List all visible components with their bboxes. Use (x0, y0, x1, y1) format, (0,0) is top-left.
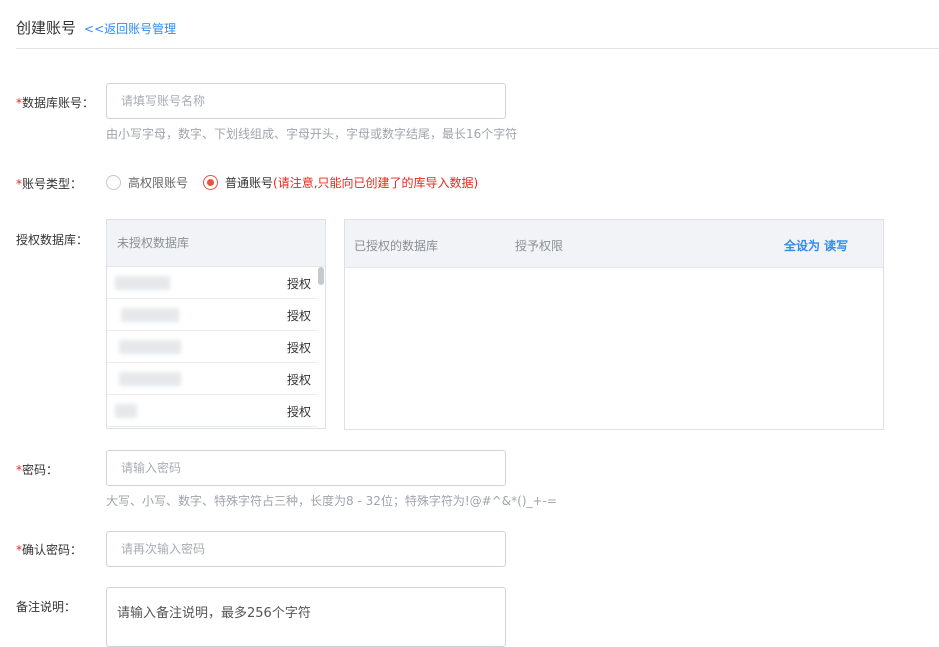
permission-column-header: 授予权限 (515, 239, 564, 253)
password-input[interactable] (106, 450, 506, 486)
authorize-db-label: 授权数据库： (16, 233, 89, 247)
confirm-password-input[interactable] (106, 531, 506, 567)
db-name-blurred (115, 404, 137, 418)
unauthorized-db-header: 未授权数据库 (107, 220, 325, 267)
db-account-label: *数据库账号： (16, 94, 94, 111)
db-name-blurred (119, 340, 181, 354)
remark-textarea[interactable] (106, 587, 506, 647)
account-type-label: *账号类型： (16, 175, 82, 192)
authorized-db-panel: 已授权的数据库 授予权限 全设为 读写 (344, 219, 884, 430)
list-item: 授权 (107, 363, 317, 395)
unauthorized-db-panel: 未授权数据库 授权 授权 授权 授权 授权 (106, 219, 326, 429)
account-type-note: (请注意,只能向已创建了的库导入数据) (273, 176, 479, 190)
radio-circle-icon[interactable] (106, 175, 121, 190)
grant-button[interactable]: 授权 (287, 403, 311, 420)
page-header: 创建账号 <<返回账号管理 (16, 17, 176, 38)
db-account-label-text: 数据库账号： (22, 96, 95, 110)
account-type-label-text: 账号类型： (22, 177, 83, 191)
confirm-password-label: *确认密码： (16, 541, 82, 558)
remark-label: 备注说明： (16, 600, 77, 614)
grant-button[interactable]: 授权 (287, 371, 311, 388)
set-all-read-write-button[interactable]: 全设为 读写 (784, 237, 848, 254)
db-account-input[interactable] (106, 83, 506, 119)
back-to-account-management-link[interactable]: <<返回账号管理 (84, 20, 176, 37)
password-label: *密码： (16, 461, 58, 478)
account-type-radio-group: 高权限账号 普通账号 (请注意,只能向已创建了的库导入数据) (106, 174, 478, 191)
list-item: 授权 (107, 331, 317, 363)
authorized-db-header: 已授权的数据库 授予权限 全设为 读写 (345, 220, 883, 268)
db-name-blurred (115, 276, 170, 290)
grant-button[interactable]: 授权 (287, 275, 311, 292)
radio-high-privilege[interactable]: 高权限账号 (106, 174, 188, 191)
page-title: 创建账号 (16, 19, 77, 37)
radio-normal-account-label: 普通账号 (225, 176, 274, 190)
list-item: 授权 (107, 299, 317, 331)
radio-checked-icon[interactable] (203, 175, 219, 190)
list-item: 授权 (107, 395, 317, 427)
password-hint: 大写、小写、数字、特殊字符占三种，长度为8 - 32位；特殊字符为!@#^&*(… (106, 494, 557, 508)
grant-button[interactable]: 授权 (287, 339, 311, 356)
authorized-db-column-header: 已授权的数据库 (354, 239, 439, 253)
db-account-hint: 由小写字母，数字、下划线组成、字母开头，字母或数字结尾，最长16个字符 (106, 127, 518, 141)
radio-high-privilege-label: 高权限账号 (128, 176, 189, 190)
radio-normal-account[interactable]: 普通账号 (请注意,只能向已创建了的库导入数据) (203, 174, 478, 191)
scrollbar-thumb[interactable] (318, 267, 324, 285)
password-label-text: 密码： (22, 463, 59, 477)
db-name-blurred (119, 372, 181, 386)
header-divider (16, 48, 939, 49)
scrollbar[interactable] (318, 267, 324, 428)
grant-button[interactable]: 授权 (287, 307, 311, 324)
confirm-password-label-text: 确认密码： (22, 543, 83, 557)
db-name-blurred (121, 308, 179, 322)
list-item: 授权 (107, 267, 317, 299)
